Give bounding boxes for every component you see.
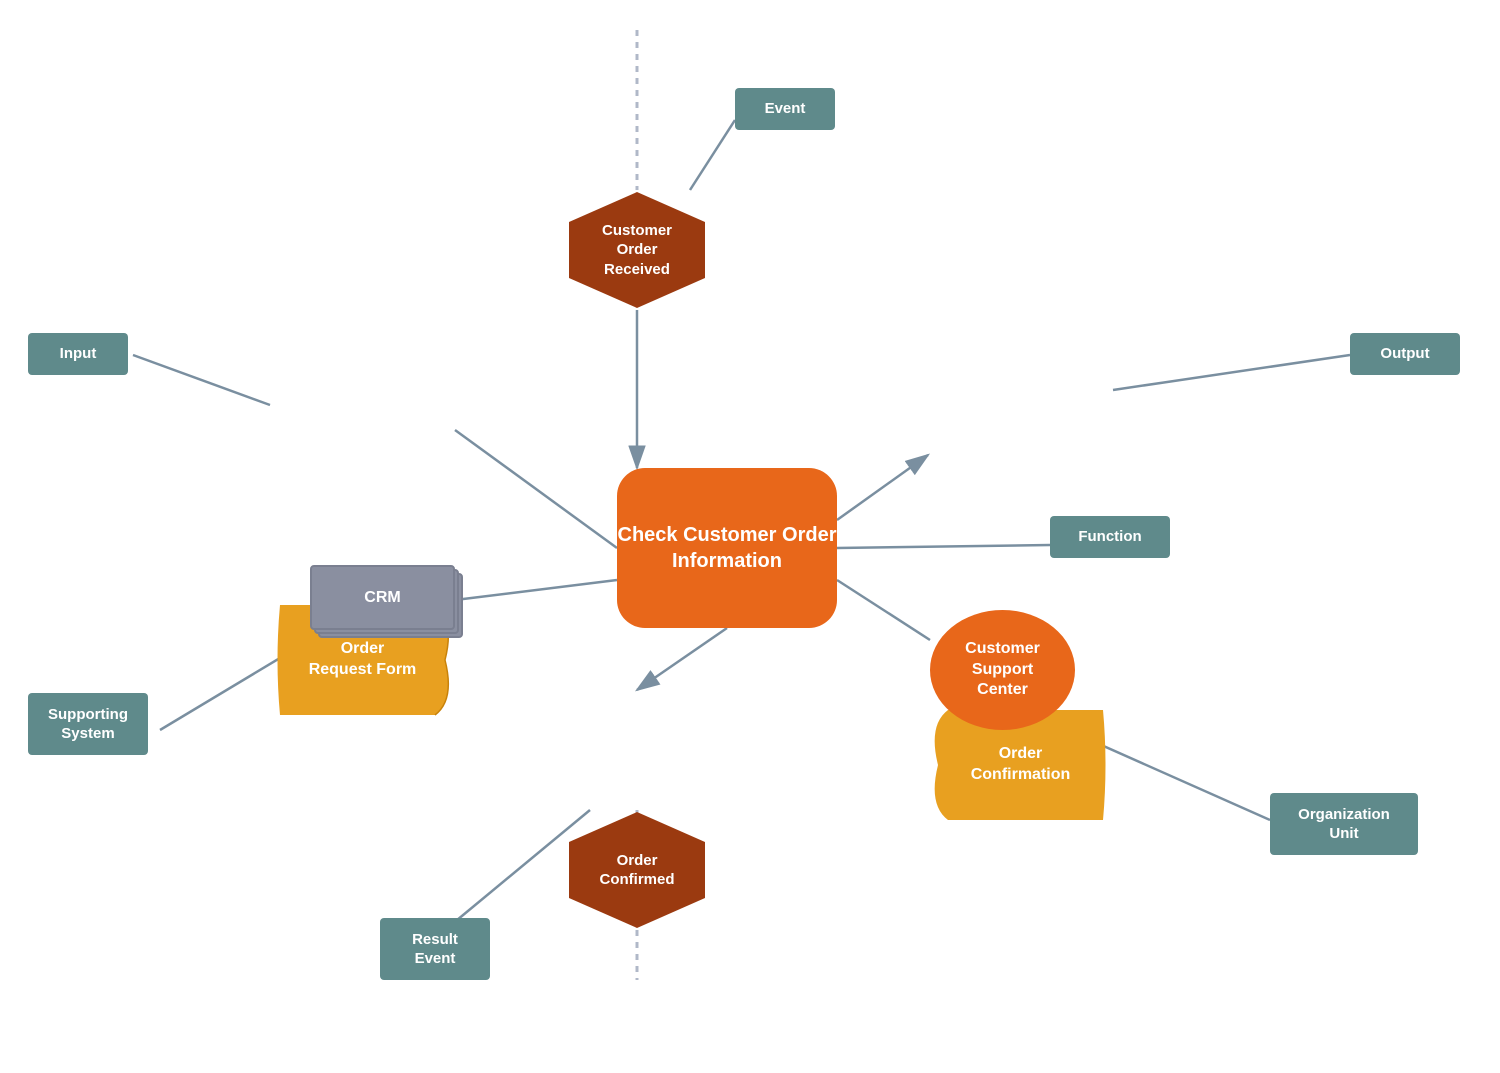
order-confirmed-label: OrderConfirmed [600,851,675,890]
customer-order-received-node: CustomerOrderReceived [567,190,707,310]
customer-support-center-label: CustomerSupportCenter [965,639,1040,701]
result-event-label: ResultEvent [412,930,458,969]
main-function-label: Check Customer Order Information [617,522,837,574]
order-confirmation-label: OrderConfirmation [971,744,1071,786]
output-label: Output [1380,344,1429,364]
result-event-label-box: ResultEvent [380,918,490,980]
order-confirmed-node: OrderConfirmed [567,810,707,930]
input-label: Input [60,344,97,364]
function-label-box: Function [1050,516,1170,558]
crm-node: CRM [310,565,465,645]
main-function-node: Check Customer Order Information [617,468,837,628]
event-label-box: Event [735,88,835,130]
supporting-system-label-box: SupportingSystem [28,693,148,755]
output-label-box: Output [1350,333,1460,375]
input-label-box: Input [28,333,128,375]
event-label: Event [765,99,806,119]
function-label: Function [1078,527,1141,547]
diagram: Check Customer Order Information Custome… [0,0,1500,1073]
crm-label: CRM [364,589,400,607]
supporting-system-label: SupportingSystem [48,705,128,744]
organization-unit-label-box: OrganizationUnit [1270,793,1418,855]
customer-support-center-node: CustomerSupportCenter [930,610,1075,730]
organization-unit-label: OrganizationUnit [1298,805,1390,844]
customer-order-received-label: CustomerOrderReceived [602,221,672,280]
order-request-form-label: OrderRequest Form [309,639,417,681]
